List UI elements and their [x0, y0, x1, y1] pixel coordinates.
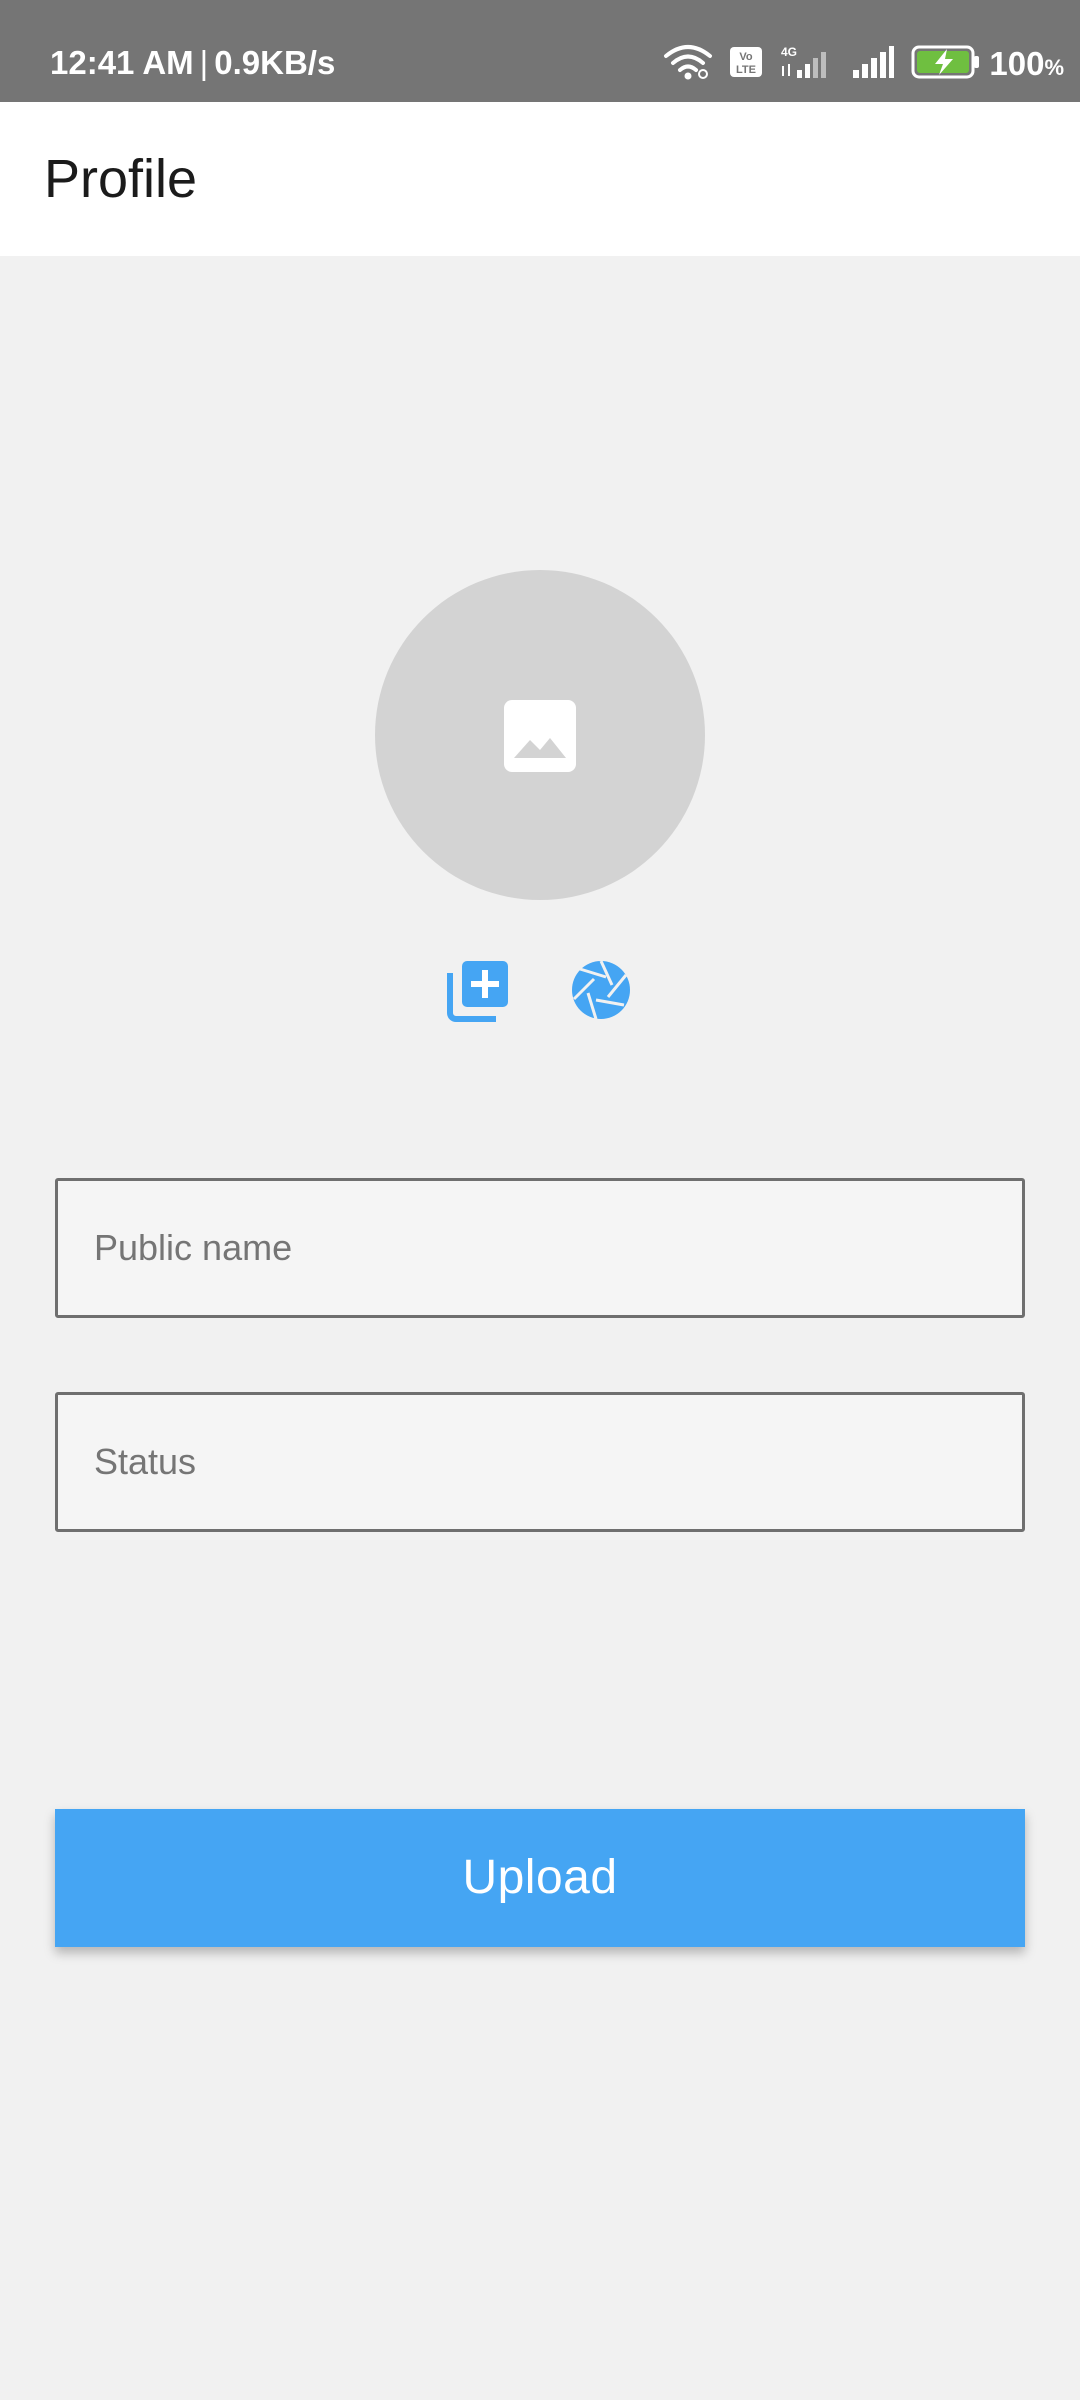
add-photo-library-button[interactable] — [444, 955, 514, 1025]
public-name-field[interactable] — [55, 1178, 1025, 1318]
network-speed: 0.9KB/s — [214, 44, 336, 81]
battery-value: 100 — [989, 45, 1045, 82]
svg-text:LTE: LTE — [736, 64, 756, 76]
image-icon — [504, 700, 576, 777]
upload-button[interactable]: Upload — [55, 1809, 1025, 1947]
status-time-speed: 12:41 AM | 0.9KB/s — [50, 0, 335, 102]
add-photo-library-icon — [444, 961, 514, 1029]
status-input[interactable] — [58, 1395, 1022, 1529]
svg-text:Vo: Vo — [740, 51, 754, 63]
camera-button[interactable] — [566, 955, 636, 1025]
volte-icon: Vo LTE — [729, 46, 763, 83]
status-bar: 12:41 AM | 0.9KB/s Vo LTE 4G 100% — [0, 0, 1080, 102]
signal-icon — [851, 44, 895, 85]
status-separator: | — [199, 44, 209, 81]
signal-icon: 4G — [779, 44, 835, 85]
app-bar: Profile — [0, 102, 1080, 256]
page-title: Profile — [44, 149, 198, 209]
svg-text:4G: 4G — [781, 45, 797, 59]
status-time: 12:41 AM — [50, 44, 194, 81]
battery-unit: % — [1044, 55, 1064, 80]
status-field[interactable] — [55, 1392, 1025, 1532]
camera-shutter-icon — [566, 960, 636, 1029]
battery-percentage: 100% — [989, 45, 1064, 83]
status-icons: Vo LTE 4G 100% — [647, 0, 1064, 102]
wifi-icon — [663, 44, 713, 85]
public-name-input[interactable] — [58, 1181, 1022, 1315]
battery-charging-icon — [911, 45, 981, 84]
